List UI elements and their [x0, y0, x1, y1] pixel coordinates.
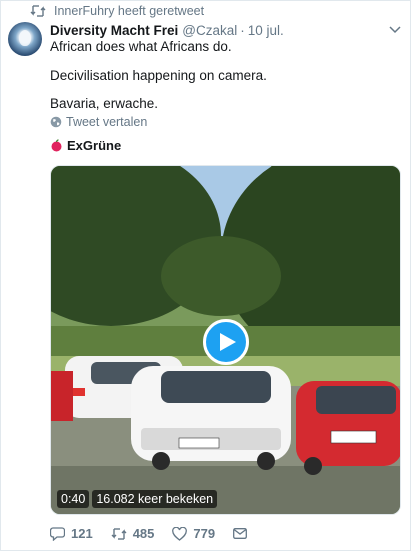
- tweet-text-line: Decivilisation happening on camera.: [50, 68, 267, 83]
- tweet-date[interactable]: 10 jul.: [248, 23, 284, 38]
- play-button[interactable]: [203, 319, 249, 365]
- header-separator: ·: [240, 23, 245, 38]
- message-button[interactable]: [233, 528, 253, 539]
- reply-count: 121: [71, 526, 93, 541]
- retweet-button[interactable]: 485: [111, 526, 155, 541]
- tweet-text-line: African does what Africans do.: [50, 39, 232, 54]
- video-time: 0:40: [57, 490, 90, 508]
- card-source[interactable]: ExGrüne: [50, 138, 121, 153]
- video-player[interactable]: 0:40 16.082 keer bekeken: [50, 165, 401, 515]
- translate-label[interactable]: Tweet vertalen: [66, 115, 147, 129]
- reply-icon: [50, 526, 65, 541]
- retweet-count: 485: [132, 526, 155, 541]
- author-handle[interactable]: @Czakal: [182, 23, 237, 38]
- tweet-actions: 121 485 779: [50, 526, 271, 541]
- retweet-icon: [111, 527, 127, 540]
- author-name[interactable]: Diversity Macht Frei: [50, 23, 178, 38]
- heart-icon: [172, 526, 188, 541]
- envelope-icon: [233, 528, 248, 539]
- retweet-context: InnerFuhry heeft geretweet: [30, 4, 204, 18]
- like-count: 779: [193, 526, 216, 541]
- retweet-icon: [30, 5, 46, 17]
- translate-link[interactable]: Tweet vertalen: [50, 115, 147, 129]
- video-views: 16.082 keer bekeken: [92, 490, 218, 508]
- video-overlay: 0:40 16.082 keer bekeken: [57, 490, 218, 508]
- source-label[interactable]: ExGrüne: [67, 138, 121, 153]
- chevron-down-icon[interactable]: [389, 26, 401, 34]
- apple-icon: [51, 139, 62, 152]
- globe-icon: [50, 116, 62, 128]
- retweet-context-text[interactable]: InnerFuhry heeft geretweet: [54, 4, 204, 18]
- avatar[interactable]: [8, 22, 42, 56]
- play-icon: [220, 333, 236, 351]
- tweet-text-line: Bavaria, erwache.: [50, 96, 159, 111]
- tweet-header: Diversity Macht Frei @Czakal · 10 jul.: [50, 23, 284, 38]
- reply-button[interactable]: 121: [50, 526, 93, 541]
- like-button[interactable]: 779: [172, 526, 215, 541]
